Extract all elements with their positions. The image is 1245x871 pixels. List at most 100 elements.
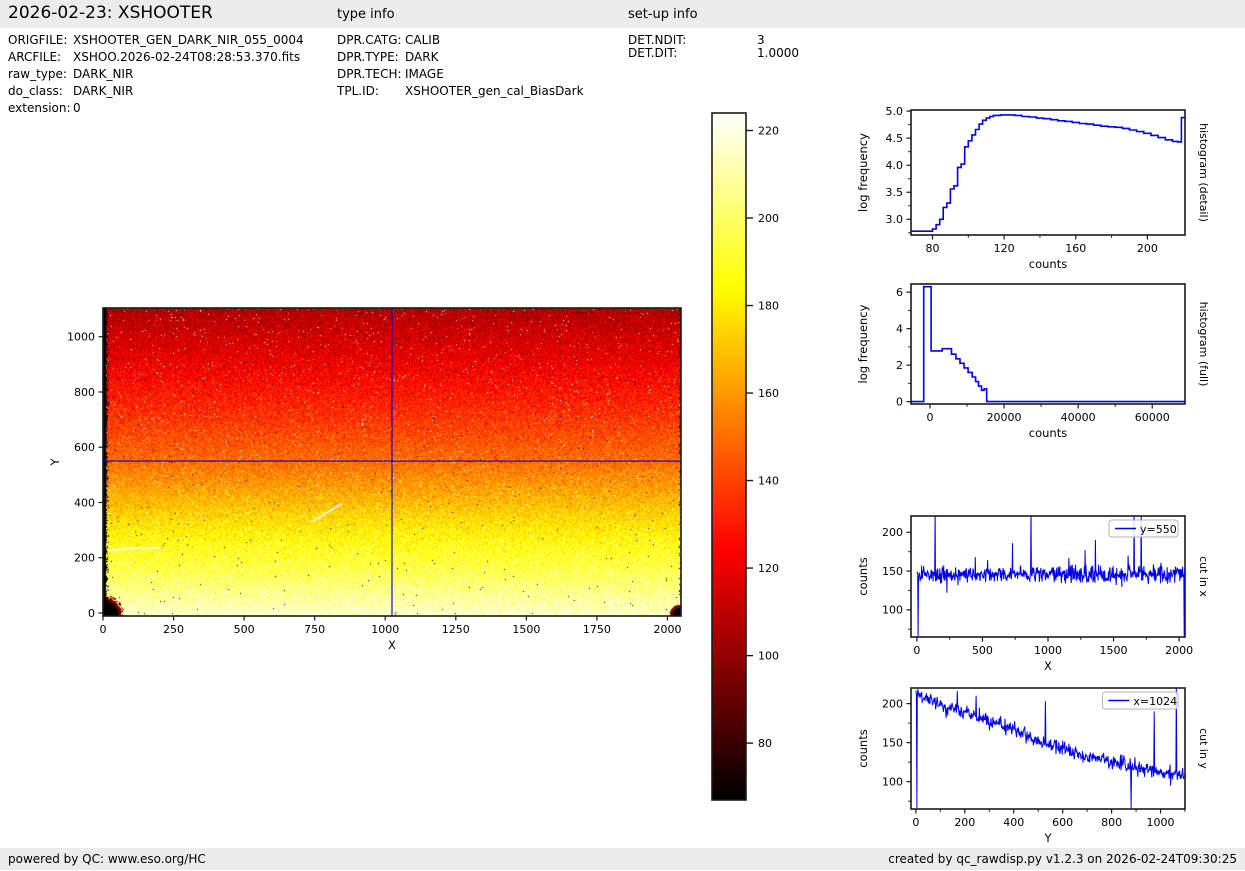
colorbar-tick-label: 120: [758, 562, 779, 575]
right-axis-title: cut in x: [1197, 556, 1210, 597]
x-tick-label: 400: [1003, 816, 1024, 829]
info-value: IMAGE: [405, 67, 444, 81]
y-tick-label: 200: [74, 552, 95, 565]
x-tick-label: 0: [100, 623, 107, 636]
x-tick-label: 800: [1101, 816, 1122, 829]
legend: y=550: [1109, 520, 1178, 537]
x-tick-label: 1000: [1147, 816, 1175, 829]
x-tick-label: 1250: [442, 623, 470, 636]
file-info-row: raw_type:DARK_NIR: [8, 67, 67, 81]
setup-info-row: DET.DIT:1.0000: [628, 46, 677, 60]
y-tick-label: 4.0: [886, 159, 904, 172]
y-tick-label: 5.0: [886, 105, 904, 118]
x-tick-label: 2000: [653, 623, 681, 636]
info-value: DARK_NIR: [73, 84, 133, 98]
colorbar-tick-label: 80: [758, 737, 772, 750]
x-tick-label: 1500: [1100, 644, 1128, 657]
y-axis-title: Y: [48, 458, 62, 467]
footer-left-text: powered by QC: www.eso.org/HC: [8, 852, 206, 866]
x-tick-label: 160: [1065, 242, 1086, 255]
x-tick-label: 500: [234, 623, 255, 636]
x-tick-label: 120: [994, 242, 1015, 255]
footer-bar: powered by QC: www.eso.org/HC created by…: [0, 848, 1245, 870]
info-label: ORIGFILE:: [8, 33, 67, 47]
info-value: XSHOOTER_GEN_DARK_NIR_055_0004: [73, 33, 304, 47]
type-info-row: DPR.CATG:CALIB: [337, 33, 402, 47]
x-axis-title: Y: [1043, 831, 1052, 845]
x-tick-label: 0: [927, 411, 934, 424]
info-label: TPL.ID:: [337, 84, 379, 98]
info-label: ARCFILE:: [8, 50, 61, 64]
info-value: 1.0000: [757, 46, 799, 60]
setup-info-heading: set-up info: [628, 7, 698, 22]
y-axis-title: log frequency: [856, 133, 870, 212]
right-axis-title: histogram (full): [1197, 302, 1210, 387]
y-tick-label: 3.5: [886, 186, 904, 199]
x-tick-label: 1000: [1034, 644, 1062, 657]
x-tick-label: 500: [972, 644, 993, 657]
y-axis-title: counts: [856, 557, 870, 595]
y-tick-label: 3.0: [886, 213, 904, 226]
file-info-row: ARCFILE:XSHOO.2026-02-24T08:28:53.370.fi…: [8, 50, 61, 64]
plot-svg: 0250500750100012501500175020000200400600…: [33, 288, 705, 678]
y-tick-label: 4: [896, 322, 903, 335]
cut-in-y-plot: 02004006008001000100150200Ycountscut in …: [911, 688, 1185, 809]
x-tick-label: 40000: [1061, 411, 1096, 424]
file-info-row: extension:0: [8, 101, 71, 115]
y-tick-label: 1000: [67, 331, 95, 344]
data-series-histogram_full: [911, 287, 1185, 402]
x-tick-label: 250: [163, 623, 184, 636]
info-label: DPR.TYPE:: [337, 50, 399, 64]
legend-label: x=1024: [1133, 695, 1177, 708]
type-info-heading: type info: [337, 7, 395, 22]
y-axis-title: counts: [856, 729, 870, 767]
y-tick-label: 100: [882, 604, 903, 617]
x-tick-label: 1000: [371, 623, 399, 636]
y-tick-label: 200: [882, 697, 903, 710]
info-label: DPR.TECH:: [337, 67, 402, 81]
info-label: DPR.CATG:: [337, 33, 402, 47]
x-tick-label: 1500: [512, 623, 540, 636]
y-tick-label: 600: [74, 441, 95, 454]
plot-svg: 80100120140160180200220: [702, 103, 801, 810]
legend: x=1024: [1102, 692, 1178, 709]
type-info-row: DPR.TYPE:DARK: [337, 50, 399, 64]
plot-frame: [911, 284, 1185, 404]
colorbar-frame: [712, 113, 746, 800]
histogram-detail-plot: 801201602003.03.54.04.55.0countslog freq…: [911, 110, 1185, 235]
x-tick-label: 80: [925, 242, 939, 255]
y-tick-label: 4.5: [886, 132, 904, 145]
detector-image-plot: 0250500750100012501500175020000200400600…: [103, 308, 681, 616]
x-tick-label: 60000: [1135, 411, 1170, 424]
right-axis-title: histogram (detail): [1197, 123, 1210, 222]
plot-frame: [911, 110, 1185, 235]
y-tick-label: 200: [882, 526, 903, 539]
y-tick-label: 150: [882, 565, 903, 578]
qc-report-page: { "header": { "title": "2026-02-23: XSHO…: [0, 0, 1245, 870]
colorbar-tick-label: 220: [758, 125, 779, 138]
info-value: DARK: [405, 50, 438, 64]
x-tick-label: 20000: [987, 411, 1022, 424]
colorbar-tick-label: 140: [758, 475, 779, 488]
y-tick-label: 6: [896, 286, 903, 299]
legend-label: y=550: [1140, 523, 1177, 536]
y-tick-label: 100: [882, 775, 903, 788]
info-value: CALIB: [405, 33, 440, 47]
x-axis-title: counts: [1029, 426, 1067, 440]
x-tick-label: 200: [1137, 242, 1158, 255]
y-tick-label: 800: [74, 386, 95, 399]
y-tick-label: 0: [896, 395, 903, 408]
header-bar: 2026-02-23: XSHOOTER type info set-up in…: [0, 0, 1245, 28]
y-tick-label: 150: [882, 736, 903, 749]
colorbar-tick-label: 100: [758, 650, 779, 663]
info-value: XSHOOTER_gen_cal_BiasDark: [405, 84, 584, 98]
file-info-row: ORIGFILE:XSHOOTER_GEN_DARK_NIR_055_0004: [8, 33, 67, 47]
info-label: do_class:: [8, 84, 63, 98]
x-axis-title: X: [388, 638, 396, 652]
x-tick-label: 600: [1052, 816, 1073, 829]
page-title: 2026-02-23: XSHOOTER: [8, 3, 213, 23]
setup-info-row: DET.NDIT:3: [628, 33, 686, 47]
colorbar-tick-label: 160: [758, 387, 779, 400]
x-tick-label: 0: [912, 816, 919, 829]
plot-svg: 02000040000600000246countslog frequencyh…: [841, 260, 1245, 466]
